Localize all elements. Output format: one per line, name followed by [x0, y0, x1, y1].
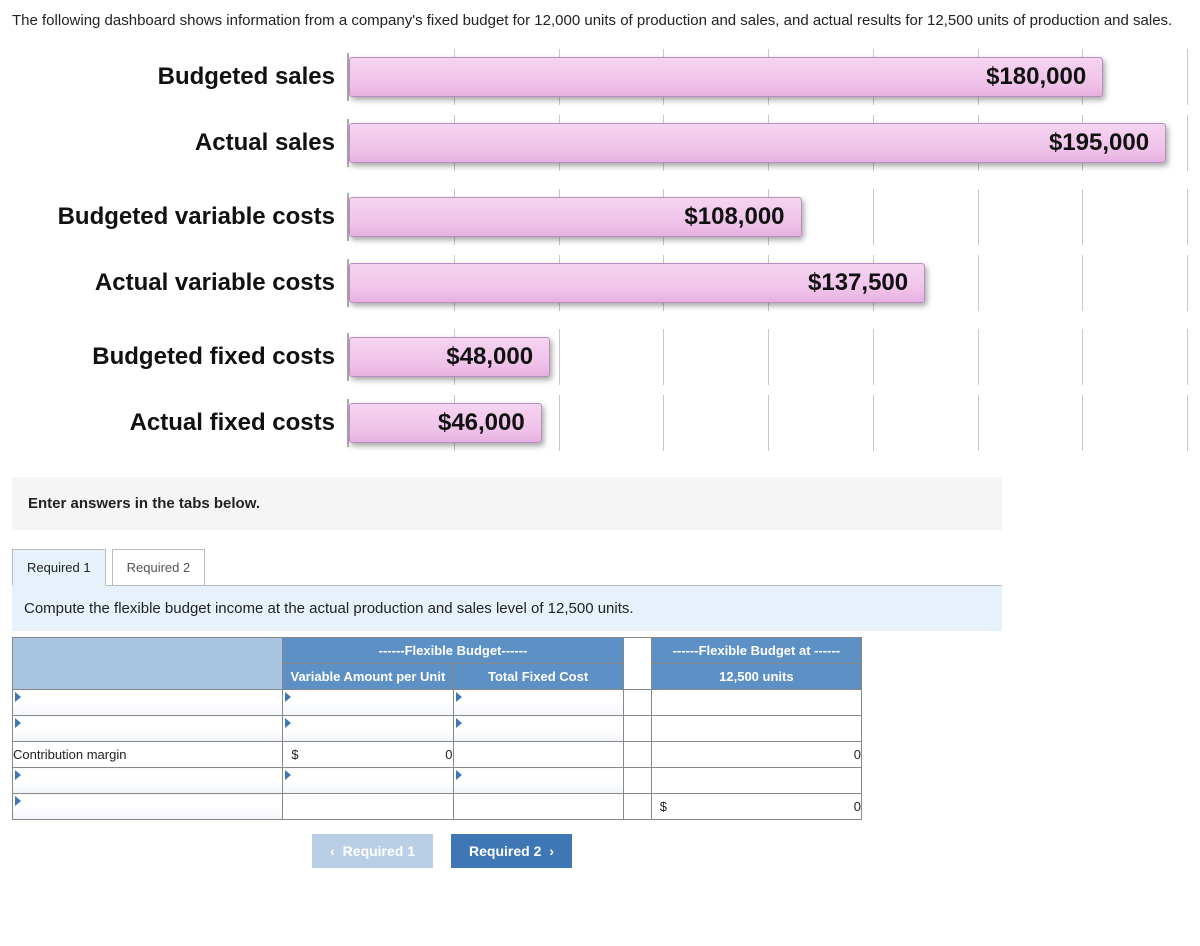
- currency-symbol: $: [660, 799, 667, 814]
- chart-row: Actual variable costs $137,500: [12, 259, 1188, 307]
- amount-input[interactable]: [453, 768, 623, 794]
- chart-track: $46,000: [347, 399, 1188, 447]
- amount-input[interactable]: [453, 690, 623, 716]
- chart-bar-value: $108,000: [684, 203, 784, 231]
- chart-category-label: Budgeted variable costs: [12, 203, 347, 231]
- chart-bar: $48,000: [349, 337, 550, 377]
- chart-bar: $108,000: [349, 197, 802, 237]
- header-units: 12,500 units: [651, 664, 861, 690]
- flex-budget-cell: [651, 716, 861, 742]
- chart-bar: $195,000: [349, 123, 1166, 163]
- flex-budget-cell: [651, 768, 861, 794]
- chart-row: Actual fixed costs $46,000: [12, 399, 1188, 447]
- header-flex-budget: ------Flexible Budget------: [283, 638, 623, 664]
- chart-category-label: Actual variable costs: [12, 269, 347, 297]
- chart-track: $108,000: [347, 193, 1188, 241]
- chevron-left-icon: ‹: [330, 843, 335, 859]
- chart-category-label: Actual fixed costs: [12, 409, 347, 437]
- desc-input[interactable]: [13, 716, 283, 742]
- next-button[interactable]: Required 2 ›: [451, 834, 572, 868]
- total-fixed-readonly: [453, 794, 623, 820]
- chart-bar: $46,000: [349, 403, 542, 443]
- table-row: [13, 768, 862, 794]
- desc-input[interactable]: [13, 690, 283, 716]
- chart-bar-value: $180,000: [986, 63, 1086, 91]
- table-row: [13, 690, 862, 716]
- chart-row: Budgeted sales $180,000: [12, 53, 1188, 101]
- variable-amount-readonly: $ 0: [283, 742, 453, 768]
- chart-bar: $137,500: [349, 263, 925, 303]
- total-fixed-readonly: [453, 742, 623, 768]
- chart-row: Actual sales $195,000: [12, 119, 1188, 167]
- amount-input[interactable]: [283, 716, 453, 742]
- next-label: Required 2: [469, 843, 541, 859]
- chart-bar: $180,000: [349, 57, 1103, 97]
- header-blank: [13, 638, 283, 690]
- chart-track: $48,000: [347, 333, 1188, 381]
- contribution-margin-text: Contribution margin: [13, 747, 126, 762]
- amount-input[interactable]: [283, 690, 453, 716]
- tab-required-2[interactable]: Required 2: [112, 549, 206, 586]
- chart-row: Budgeted fixed costs $48,000: [12, 333, 1188, 381]
- table-row: $ 0: [13, 794, 862, 820]
- desc-input[interactable]: [13, 768, 283, 794]
- contribution-margin-label: Contribution margin: [13, 742, 283, 768]
- chart-bar-value: $48,000: [446, 343, 533, 371]
- header-flex-budget-at: ------Flexible Budget at ------: [651, 638, 861, 664]
- chart-track: $195,000: [347, 119, 1188, 167]
- table-row: Contribution margin $ 0 0: [13, 742, 862, 768]
- table-row: [13, 716, 862, 742]
- flex-budget-cell: [651, 690, 861, 716]
- chart-category-label: Budgeted sales: [12, 63, 347, 91]
- currency-symbol: $: [291, 747, 298, 762]
- amount-input[interactable]: [453, 716, 623, 742]
- tabs: Required 1 Required 2: [12, 548, 1188, 585]
- header-total-fixed: Total Fixed Cost: [453, 664, 623, 690]
- instruction-text: Compute the flexible budget income at th…: [12, 585, 1002, 631]
- amount-input[interactable]: [283, 768, 453, 794]
- intro-text: The following dashboard shows informatio…: [12, 10, 1188, 31]
- desc-input[interactable]: [13, 794, 283, 820]
- prev-button[interactable]: ‹ Required 1: [312, 834, 433, 868]
- chart-category-label: Budgeted fixed costs: [12, 343, 347, 371]
- bar-chart: Budgeted sales $180,000 Actual sales $195,0…: [12, 53, 1188, 447]
- chart-category-label: Actual sales: [12, 129, 347, 157]
- zero-value: 0: [445, 747, 452, 762]
- worksheet-table: ------Flexible Budget------ ------Flexib…: [12, 637, 862, 820]
- chart-track: $180,000: [347, 53, 1188, 101]
- chart-track: $137,500: [347, 259, 1188, 307]
- chart-bar-value: $195,000: [1049, 129, 1149, 157]
- nav-buttons: ‹ Required 1 Required 2 ›: [312, 834, 1188, 868]
- answer-prompt: Enter answers in the tabs below.: [12, 477, 1002, 530]
- zero-value: 0: [854, 799, 861, 814]
- flex-budget-readonly: $ 0: [651, 794, 861, 820]
- flex-budget-readonly: 0: [651, 742, 861, 768]
- variable-amount-readonly: [283, 794, 453, 820]
- chevron-right-icon: ›: [549, 843, 554, 859]
- prev-label: Required 1: [343, 843, 415, 859]
- chart-bar-value: $46,000: [438, 409, 525, 437]
- chart-bar-value: $137,500: [808, 269, 908, 297]
- chart-row: Budgeted variable costs $108,000: [12, 193, 1188, 241]
- header-variable-amount: Variable Amount per Unit: [283, 664, 453, 690]
- tab-required-1[interactable]: Required 1: [12, 549, 106, 586]
- zero-value: 0: [854, 747, 861, 762]
